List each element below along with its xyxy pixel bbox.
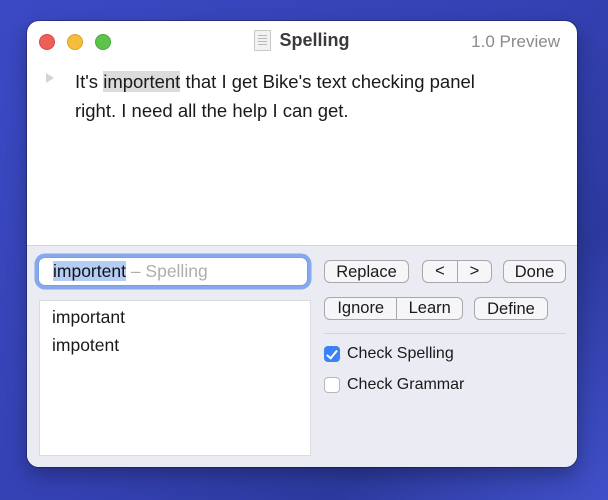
outline-row-text[interactable]: It's importent that I get Bike's text ch… — [75, 67, 515, 125]
word-input[interactable]: importent – Spelling — [38, 257, 308, 286]
spelling-window: Spelling 1.0 Preview It's importent that… — [27, 21, 577, 467]
word-input-hint: – Spelling — [125, 261, 208, 281]
window-title: Spelling — [279, 30, 350, 50]
ignore-button[interactable]: Ignore — [325, 298, 396, 319]
suggestions-list[interactable]: important impotent — [39, 300, 311, 456]
replace-button[interactable]: Replace — [324, 260, 409, 283]
spelling-panel: importent – Spelling important impotent … — [27, 245, 577, 467]
divider — [324, 333, 566, 334]
suggestion-item[interactable]: important — [40, 303, 310, 331]
check-grammar-checkbox[interactable] — [324, 377, 340, 393]
suggestion-item[interactable]: impotent — [40, 331, 310, 359]
next-button[interactable]: > — [457, 261, 491, 282]
disclosure-triangle-icon[interactable] — [46, 73, 54, 83]
check-grammar-option[interactable]: Check Grammar — [324, 376, 464, 394]
check-spelling-option[interactable]: Check Spelling — [324, 345, 454, 363]
misspelled-word[interactable]: importent — [103, 71, 181, 92]
ignore-learn-segmented-control: Ignore Learn — [324, 297, 463, 320]
done-button[interactable]: Done — [503, 260, 566, 283]
check-spelling-label: Check Spelling — [347, 345, 454, 362]
navigation-segmented-control: < > — [422, 260, 492, 283]
word-input-value: importent — [53, 261, 126, 281]
learn-button[interactable]: Learn — [396, 298, 462, 319]
previous-button[interactable]: < — [423, 261, 457, 282]
text-before: It's — [75, 71, 104, 92]
outline-editor[interactable]: It's importent that I get Bike's text ch… — [27, 65, 577, 245]
check-spelling-checkbox[interactable] — [324, 346, 340, 362]
window-subtitle: 1.0 Preview — [471, 32, 560, 51]
check-grammar-label: Check Grammar — [347, 376, 465, 393]
define-button[interactable]: Define — [474, 297, 548, 320]
document-icon — [254, 30, 272, 51]
